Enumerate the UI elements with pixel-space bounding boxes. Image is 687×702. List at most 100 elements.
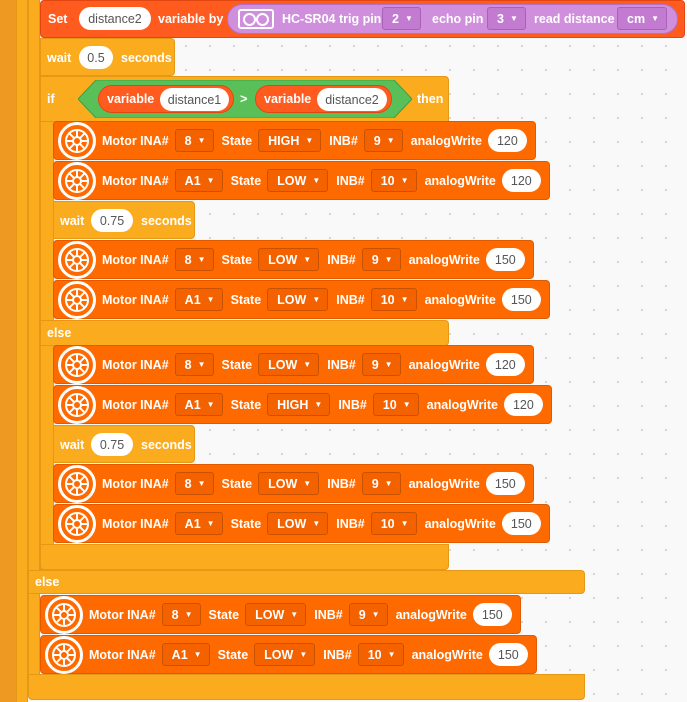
outer-loop-arm xyxy=(0,0,16,702)
motor-ina-label: Motor INA# xyxy=(89,607,156,622)
motor-block[interactable]: Motor INA# 8 ▼ State LOW ▼ INB# 9 ▼ analogW… xyxy=(53,240,534,279)
wait-label: wait xyxy=(60,438,85,452)
chevron-down-icon: ▼ xyxy=(193,650,202,659)
inb-dropdown[interactable]: 9 ▼ xyxy=(361,472,401,495)
chevron-down-icon: ▼ xyxy=(303,360,312,369)
state-value: LOW xyxy=(264,647,294,662)
analogwrite-input[interactable]: 150 xyxy=(485,248,525,271)
chevron-down-icon: ▼ xyxy=(402,400,411,409)
state-dropdown[interactable]: LOW ▼ xyxy=(245,603,307,626)
inb-dropdown[interactable]: 10 ▼ xyxy=(370,169,417,192)
motor-block[interactable]: Motor INA# 8 ▼ State HIGH ▼ INB# 9 ▼ analog… xyxy=(53,121,536,160)
motor-block[interactable]: Motor INA# A1 ▼ State LOW ▼ INB# 10 ▼ analo… xyxy=(53,280,550,319)
motor-block[interactable]: Motor INA# A1 ▼ State HIGH ▼ INB# 10 ▼ anal… xyxy=(53,385,552,424)
inb-value: 9 xyxy=(371,357,379,372)
inb-dropdown[interactable]: 9 ▼ xyxy=(361,248,401,271)
motor-block[interactable]: Motor INA# A1 ▼ State LOW ▼ INB# 10 ▼ analo… xyxy=(53,161,550,200)
state-dropdown[interactable]: LOW ▼ xyxy=(254,643,316,666)
ina-dropdown[interactable]: A1 ▼ xyxy=(161,643,210,666)
inb-dropdown[interactable]: 9 ▼ xyxy=(348,603,388,626)
left-variable-name[interactable]: distance1 xyxy=(160,88,229,111)
inb-dropdown[interactable]: 9 ▼ xyxy=(363,129,403,152)
analogwrite-input[interactable]: 120 xyxy=(503,393,543,416)
unit-value: cm xyxy=(627,11,646,26)
chevron-down-icon: ▼ xyxy=(387,650,396,659)
wait-seconds-input[interactable]: 0.5 xyxy=(79,46,113,69)
inb-dropdown[interactable]: 10 ▼ xyxy=(372,393,419,416)
wheel-icon xyxy=(45,635,83,674)
then-label: then xyxy=(417,92,444,106)
state-dropdown[interactable]: HIGH ▼ xyxy=(258,129,322,152)
if-label: if xyxy=(47,92,55,106)
unit-dropdown[interactable]: cm ▼ xyxy=(617,7,667,30)
state-label: State xyxy=(221,476,253,491)
inner-bottom-bar xyxy=(40,544,449,570)
motor-ina-label: Motor INA# xyxy=(102,252,169,267)
ina-dropdown[interactable]: A1 ▼ xyxy=(174,169,223,192)
variable-by-label: variable by xyxy=(158,12,224,26)
motor-ina-label: Motor INA# xyxy=(102,476,169,491)
echo-label: echo pin xyxy=(432,12,484,26)
state-dropdown[interactable]: LOW ▼ xyxy=(267,512,329,535)
ina-dropdown[interactable]: 8 ▼ xyxy=(174,472,214,495)
inb-label: INB# xyxy=(327,476,356,491)
set-variable-input[interactable]: distance2 xyxy=(79,7,151,30)
ina-dropdown[interactable]: 8 ▼ xyxy=(161,603,201,626)
state-dropdown[interactable]: LOW ▼ xyxy=(258,248,320,271)
chevron-down-icon: ▼ xyxy=(312,295,321,304)
inb-label: INB# xyxy=(314,607,343,622)
echo-pin-dropdown[interactable]: 3 ▼ xyxy=(487,7,526,30)
inb-value: 9 xyxy=(373,133,381,148)
ina-dropdown[interactable]: A1 ▼ xyxy=(174,512,223,535)
inb-dropdown[interactable]: 9 ▼ xyxy=(361,353,401,376)
analogwrite-input[interactable]: 150 xyxy=(501,288,541,311)
inb-value: 9 xyxy=(371,476,379,491)
motor-block[interactable]: Motor INA# 8 ▼ State LOW ▼ INB# 9 ▼ analogW… xyxy=(53,345,534,384)
inb-value: 10 xyxy=(380,173,395,188)
chevron-down-icon: ▼ xyxy=(184,610,193,619)
inb-dropdown[interactable]: 10 ▼ xyxy=(357,643,404,666)
state-dropdown[interactable]: LOW ▼ xyxy=(267,288,329,311)
state-dropdown[interactable]: LOW ▼ xyxy=(267,169,329,192)
state-label: State xyxy=(221,252,253,267)
motor-block[interactable]: Motor INA# 8 ▼ State LOW ▼ INB# 9 ▼ analogW… xyxy=(53,464,534,503)
loop-arm-2 xyxy=(16,0,28,702)
wait-label: wait xyxy=(47,51,72,65)
state-label: State xyxy=(221,357,253,372)
inb-dropdown[interactable]: 10 ▼ xyxy=(370,288,417,311)
state-label: State xyxy=(230,173,262,188)
ina-dropdown[interactable]: 8 ▼ xyxy=(174,129,214,152)
analogwrite-input[interactable]: 120 xyxy=(501,169,541,192)
analogwrite-input[interactable]: 120 xyxy=(487,129,527,152)
motor-block[interactable]: Motor INA# 8 ▼ State LOW ▼ INB# 9 ▼ analogW… xyxy=(40,595,521,634)
state-dropdown[interactable]: HIGH ▼ xyxy=(267,393,331,416)
right-variable-label: variable xyxy=(264,92,312,106)
state-value: LOW xyxy=(277,292,307,307)
set-label: Set xyxy=(48,12,68,26)
wait-seconds-input[interactable]: 0.75 xyxy=(91,209,133,232)
analogwrite-input[interactable]: 120 xyxy=(485,353,525,376)
inb-value: 10 xyxy=(382,397,397,412)
right-variable-name[interactable]: distance2 xyxy=(317,88,387,111)
ina-dropdown[interactable]: A1 ▼ xyxy=(174,288,223,311)
analogwrite-input[interactable]: 150 xyxy=(501,512,541,535)
motor-block[interactable]: Motor INA# A1 ▼ State LOW ▼ INB# 10 ▼ analo… xyxy=(53,504,550,543)
inb-dropdown[interactable]: 10 ▼ xyxy=(370,512,417,535)
chevron-down-icon: ▼ xyxy=(197,136,206,145)
chevron-down-icon: ▼ xyxy=(206,295,215,304)
analogwrite-input[interactable]: 150 xyxy=(472,603,512,626)
state-dropdown[interactable]: LOW ▼ xyxy=(258,472,320,495)
ina-dropdown[interactable]: 8 ▼ xyxy=(174,248,214,271)
analogwrite-input[interactable]: 150 xyxy=(485,472,525,495)
wait-seconds-input[interactable]: 0.75 xyxy=(91,433,133,456)
ina-dropdown[interactable]: 8 ▼ xyxy=(174,353,214,376)
state-dropdown[interactable]: LOW ▼ xyxy=(258,353,320,376)
trig-pin-dropdown[interactable]: 2 ▼ xyxy=(382,7,421,30)
inb-label: INB# xyxy=(329,133,358,148)
analogwrite-label: analogWrite xyxy=(424,292,496,307)
chevron-down-icon: ▼ xyxy=(197,255,206,264)
wheel-icon xyxy=(58,504,96,543)
motor-block[interactable]: Motor INA# A1 ▼ State LOW ▼ INB# 10 ▼ analo… xyxy=(40,635,537,674)
analogwrite-input[interactable]: 150 xyxy=(488,643,528,666)
ina-dropdown[interactable]: A1 ▼ xyxy=(174,393,223,416)
